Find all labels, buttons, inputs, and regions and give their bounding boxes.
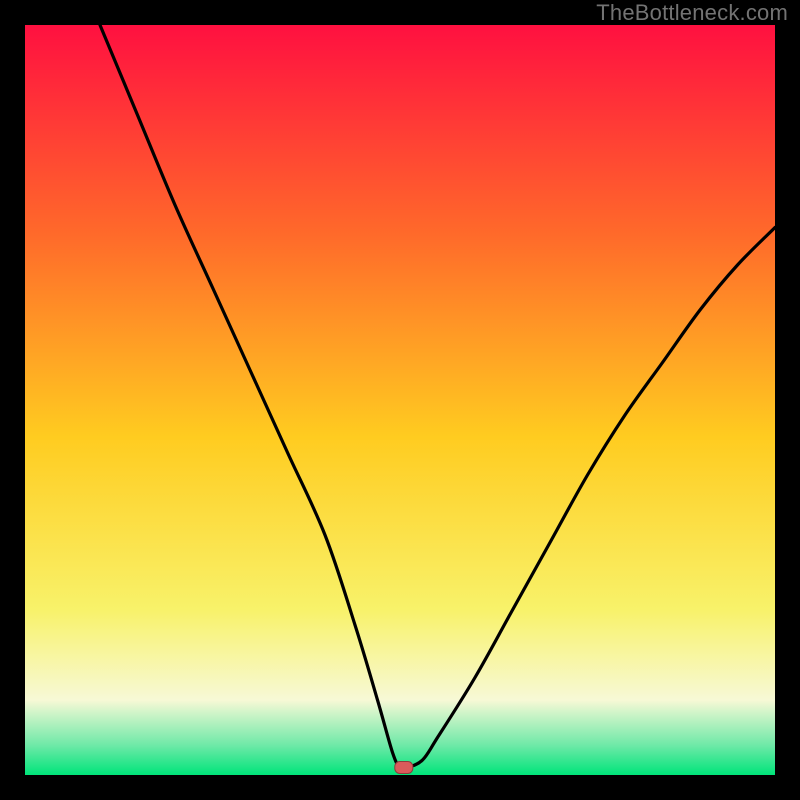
minimum-marker [395, 762, 413, 774]
chart-svg [25, 25, 775, 775]
plot-area [25, 25, 775, 775]
gradient-background [25, 25, 775, 775]
chart-stage: TheBottleneck.com [0, 0, 800, 800]
watermark-text: TheBottleneck.com [596, 0, 788, 26]
